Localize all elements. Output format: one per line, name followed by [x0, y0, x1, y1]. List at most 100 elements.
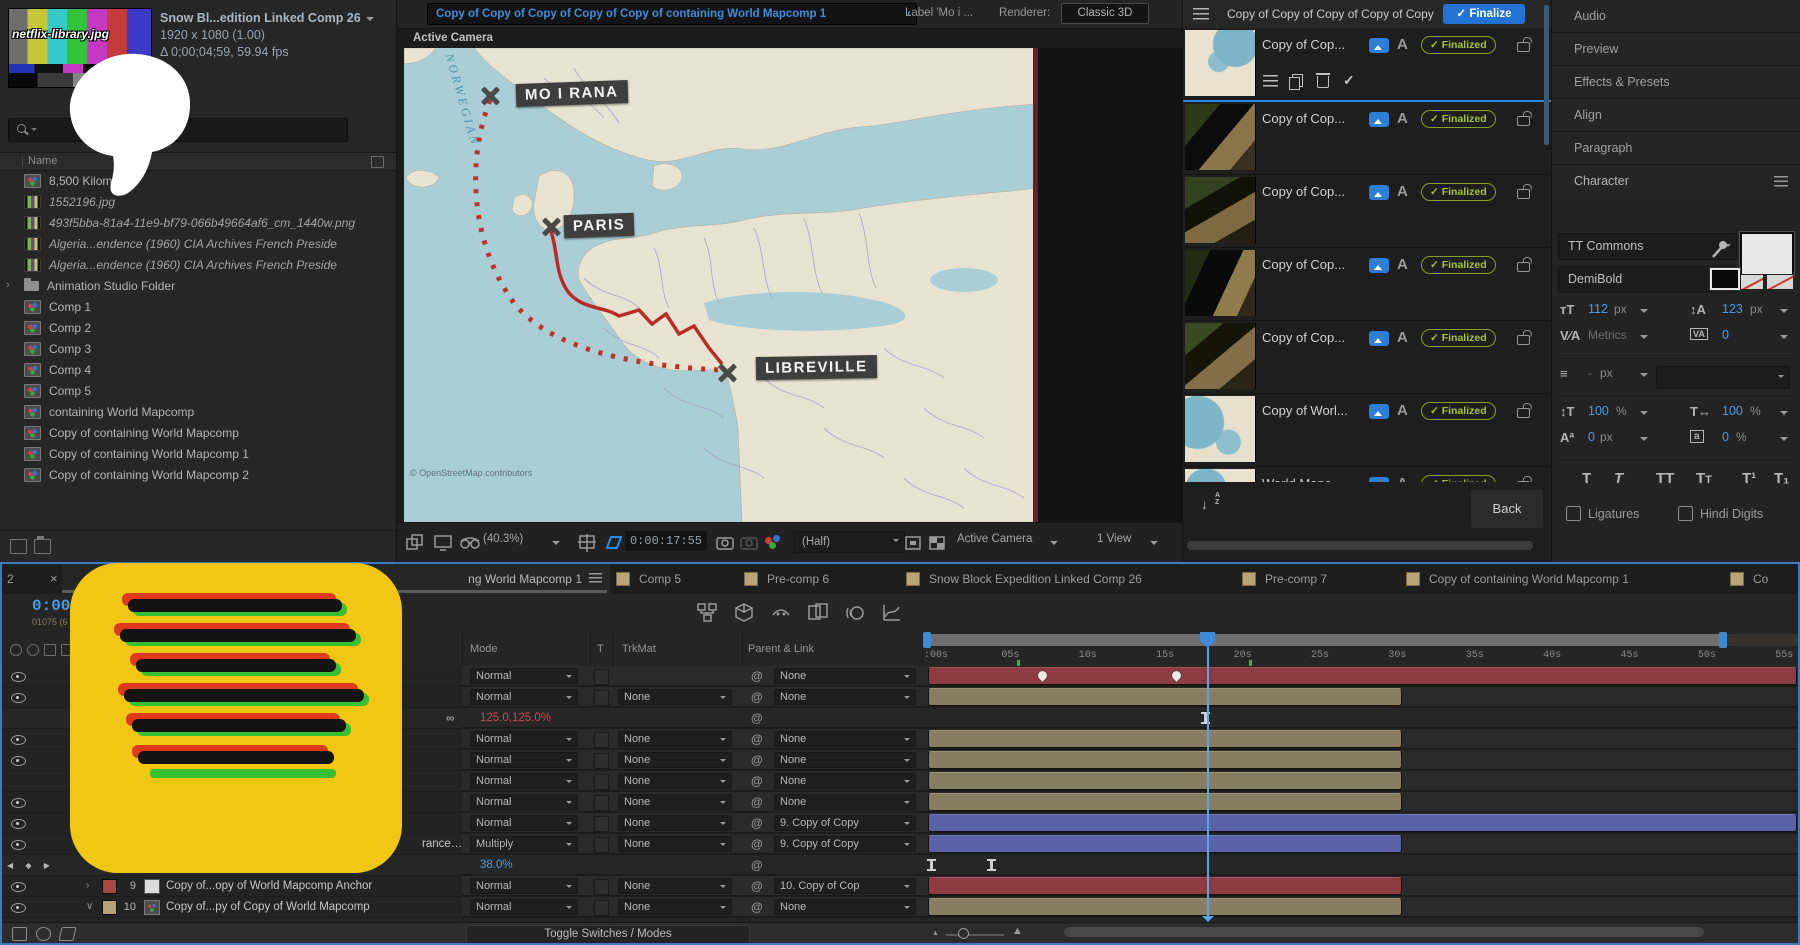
layer-duration-bar[interactable] [928, 751, 1402, 769]
item-label[interactable]: Copy of containing World Mapcomp 2 [49, 468, 249, 482]
item-label[interactable]: 493f5bba-81a4-11e9-bf79-066b49664af6_cm_… [49, 216, 355, 230]
item-label[interactable]: Copy of containing World Mapcomp [49, 426, 239, 440]
queue-row[interactable]: World Mapc... A ✓ Finalized ✓ [1183, 467, 1551, 482]
pickwhip-icon[interactable]: @ [751, 858, 763, 872]
property-value[interactable]: 125.0,125.0% [480, 712, 551, 724]
project-list-item[interactable]: Algeria...endence (1960) CIA Archives Fr… [0, 254, 396, 275]
close-tab-icon[interactable]: × [50, 571, 58, 586]
queue-row-thumbnail[interactable] [1185, 250, 1256, 316]
footage-info-title[interactable]: Snow Bl...edition Linked Comp 26 [160, 10, 374, 27]
hindi-digits-checkbox[interactable] [1678, 506, 1693, 521]
ligatures-checkbox[interactable] [1566, 506, 1581, 521]
constrain-link-icon[interactable]: ∞ [446, 711, 455, 725]
parent-link-column-header[interactable]: Parent & Link [748, 643, 814, 655]
fill-color-swatch[interactable] [1740, 232, 1794, 276]
zoom-in-mountain-icon[interactable]: ▲ [1012, 925, 1023, 937]
track-matte-dropdown[interactable]: None [618, 815, 732, 831]
comp-tab[interactable]: Snow Block Expedition Linked Comp 26 [906, 564, 1142, 594]
queue-row[interactable]: Copy of Cop... A ✓ Finalized ✓ [1183, 175, 1551, 248]
queue-row[interactable]: Copy of Cop... A ✓ Finalized ✓ [1183, 28, 1551, 102]
superscript-button[interactable]: T¹ [1742, 470, 1756, 487]
queue-row-thumbnail[interactable] [1185, 469, 1256, 482]
composition-canvas[interactable]: NORWEGIAN MO I RANA PARIS LIBREVILLE © O… [404, 48, 1039, 522]
eye-icon[interactable] [11, 819, 26, 829]
queue-row-title[interactable]: Copy of Cop... [1262, 111, 1366, 126]
blend-mode-dropdown[interactable]: Normal [470, 752, 578, 768]
preserve-transparency-toggle[interactable] [594, 774, 609, 790]
leading-value[interactable]: 123 [1722, 302, 1743, 316]
pickwhip-icon[interactable]: @ [751, 711, 763, 725]
item-label[interactable]: Comp 5 [49, 384, 91, 398]
pickwhip-icon[interactable]: @ [751, 795, 763, 809]
font-size-value[interactable]: 112 [1588, 302, 1608, 316]
queue-horizontal-scrollbar[interactable] [1187, 541, 1533, 550]
pickwhip-icon[interactable]: @ [751, 816, 763, 830]
project-list-item[interactable]: Copy of containing World Mapcomp 2 [0, 464, 396, 485]
eye-icon[interactable] [11, 903, 26, 913]
timeline-layer-row[interactable]: ◀ ◆ ▶ ∨ 10 Copy of...py of Copy of World… [2, 897, 1798, 918]
project-list-item[interactable]: Comp 3 [0, 338, 396, 359]
queue-row-title[interactable]: Copy of Cop... [1262, 37, 1366, 52]
tsume-value[interactable]: 0 [1722, 430, 1729, 444]
zoom-out-mountain-icon[interactable]: ▲ [932, 930, 939, 937]
blend-mode-dropdown[interactable]: Normal [470, 731, 578, 747]
ibeam-keyframe-icon[interactable] [990, 859, 993, 871]
trkmat-column-header[interactable]: TrkMat [622, 643, 656, 655]
layer-duration-bar[interactable] [928, 730, 1402, 748]
keyframe-navigator[interactable]: ◀ ◆ ▶ [7, 861, 55, 870]
renderer-value-button[interactable]: Classic 3D [1061, 3, 1149, 24]
layer-name[interactable]: Copy of...opy of World Mapcomp Anchor [166, 880, 372, 892]
queue-row-thumbnail[interactable] [1185, 177, 1256, 243]
tracking-value[interactable]: 0 [1722, 328, 1729, 342]
small-caps-button[interactable]: TT [1696, 470, 1712, 487]
name-column-header[interactable]: Name [28, 153, 57, 169]
blend-mode-dropdown[interactable]: Normal [470, 668, 578, 684]
transfer-controls-icon[interactable] [36, 927, 51, 941]
eye-icon[interactable] [11, 756, 26, 766]
unlock-icon[interactable] [1517, 335, 1530, 345]
queue-row[interactable]: Copy of Worl... A ✓ Finalized ✓ [1183, 394, 1551, 467]
region-of-interest-icon[interactable] [603, 533, 625, 553]
parent-link-dropdown[interactable]: None [774, 794, 916, 810]
panel-section-header[interactable]: Align [1552, 99, 1800, 132]
unlock-icon[interactable] [1517, 408, 1530, 418]
preserve-transparency-toggle[interactable] [594, 900, 609, 916]
snapshot-camera-icon[interactable] [715, 533, 735, 553]
blend-mode-dropdown[interactable]: Normal [470, 899, 578, 915]
track-matte-dropdown[interactable]: None [618, 689, 732, 705]
unlock-icon[interactable] [1517, 262, 1530, 272]
project-list-item[interactable]: 493f5bba-81a4-11e9-bf79-066b49664af6_cm_… [0, 212, 396, 233]
item-label[interactable]: Animation Studio Folder [47, 279, 175, 293]
eye-icon[interactable] [11, 693, 26, 703]
pickwhip-icon[interactable]: @ [751, 879, 763, 893]
layer-duration-bar[interactable] [928, 772, 1402, 790]
back-button[interactable]: Back [1471, 490, 1543, 528]
all-caps-button[interactable]: TT [1656, 470, 1674, 487]
horizontal-scale-value[interactable]: 100 [1722, 404, 1743, 418]
mode-column-header[interactable]: Mode [470, 643, 498, 655]
eye-icon[interactable] [11, 882, 26, 892]
preserve-transparency-toggle[interactable] [594, 669, 609, 685]
project-list-item[interactable]: Copy of containing World Mapcomp 1 [0, 443, 396, 464]
stroke-style-dropdown[interactable] [1656, 366, 1790, 389]
queue-row-thumbnail[interactable] [1185, 30, 1256, 96]
project-list-item[interactable]: Copy of containing World Mapcomp [0, 422, 396, 443]
check-icon[interactable]: ✓ [1343, 72, 1355, 89]
view-camera-dropdown[interactable]: Active Camera [957, 533, 1032, 545]
faux-italic-button[interactable]: T [1614, 470, 1623, 487]
parent-link-dropdown[interactable]: None [774, 899, 916, 915]
comp-tab[interactable]: Copy of containing World Mapcomp 1 [1406, 564, 1629, 594]
item-label[interactable]: Algeria...endence (1960) CIA Archives Fr… [49, 237, 337, 251]
draft-3d-icon[interactable] [733, 602, 755, 624]
preserve-transparency-toggle[interactable] [594, 837, 609, 853]
partial-tab-label[interactable]: 2 [7, 572, 14, 586]
panel-menu-icon[interactable] [1774, 176, 1788, 187]
preserve-transparency-toggle[interactable] [594, 753, 609, 769]
new-folder-icon[interactable] [34, 539, 51, 554]
font-size-chevron[interactable] [1640, 309, 1648, 317]
frame-blending-icon[interactable] [807, 602, 829, 624]
preserve-transparency-toggle[interactable] [594, 816, 609, 832]
baseline-shift-value[interactable]: 0 [1588, 430, 1595, 444]
work-area-bar[interactable] [928, 634, 1722, 646]
faux-bold-button[interactable]: T [1582, 470, 1591, 487]
